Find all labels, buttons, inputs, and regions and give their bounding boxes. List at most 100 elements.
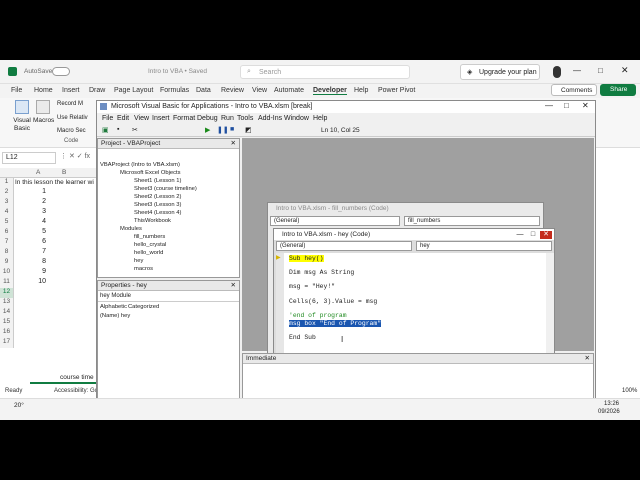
row-header[interactable]: 17 (0, 338, 14, 348)
record-macro[interactable]: Record M (57, 101, 83, 107)
menu-help[interactable]: Help (313, 115, 327, 122)
excel-view-icon[interactable]: ▣ (102, 126, 109, 134)
code-line-current[interactable]: Sub hey() (289, 255, 324, 262)
sheet-tab[interactable]: course time (30, 372, 96, 384)
minimize-icon[interactable]: — (573, 66, 581, 75)
save-icon[interactable]: ▪ (117, 126, 119, 133)
tab-view[interactable]: View (252, 87, 267, 94)
avatar[interactable] (553, 66, 561, 78)
tab-draw[interactable]: Draw (89, 87, 105, 94)
tab-file[interactable]: File (11, 87, 22, 94)
tab-data[interactable]: Data (196, 87, 211, 94)
menu-window[interactable]: Window (284, 115, 309, 122)
code-line[interactable]: End Sub (289, 334, 316, 341)
vertical-scrollbar[interactable] (546, 253, 554, 356)
menu-file[interactable]: File (102, 115, 113, 122)
minimize-icon[interactable]: — (514, 231, 526, 239)
tree-sheet[interactable]: Sheet2 (Lesson 2) (134, 194, 181, 200)
row-header[interactable]: 6 (0, 228, 14, 238)
properties-object-select[interactable]: hey Module (98, 292, 239, 302)
close-icon[interactable]: ✕ (540, 231, 552, 239)
search-box[interactable]: ⌕ Search (240, 65, 410, 79)
cut-icon[interactable]: ✂ (132, 126, 138, 134)
row-header[interactable]: 11 (0, 278, 14, 288)
tree-root[interactable]: VBAProject (Intro to VBA.xlsm) (100, 162, 180, 168)
tree-module[interactable]: hello_world (134, 250, 163, 256)
minimize-icon[interactable]: — (545, 101, 553, 110)
cell-value[interactable]: 7 (30, 248, 46, 255)
margin-indicator-bar[interactable]: ▶ (276, 253, 284, 356)
run-icon[interactable]: ▶ (205, 126, 210, 134)
maximize-icon[interactable]: □ (564, 101, 569, 110)
tab-developer[interactable]: Developer (313, 87, 347, 95)
tab-help[interactable]: Help (354, 87, 368, 94)
tab-insert[interactable]: Insert (62, 87, 80, 94)
menu-format[interactable]: Format (173, 115, 195, 122)
tree-workbook[interactable]: ThisWorkbook (134, 218, 171, 224)
close-icon[interactable]: ✕ (621, 65, 629, 76)
design-mode-icon[interactable]: ◩ (245, 126, 252, 134)
visual-basic-label[interactable]: Visual Basic (11, 117, 33, 133)
procedure-combo[interactable]: hey (416, 241, 552, 251)
tree-module[interactable]: fill_numbers (134, 234, 165, 240)
reset-icon[interactable]: ■ (230, 126, 234, 133)
cell-value[interactable]: 4 (30, 218, 46, 225)
tab-formulas[interactable]: Formulas (160, 87, 189, 94)
tab-categorized[interactable]: Categorized (128, 304, 159, 310)
visual-basic-icon[interactable] (15, 100, 29, 114)
cell-value[interactable]: 6 (30, 238, 46, 245)
code-window-hey[interactable]: Intro to VBA.xlsm - hey (Code) — □ ✕ (Ge… (273, 228, 555, 366)
column-b[interactable]: B (62, 169, 66, 176)
tab-page-layout[interactable]: Page Layout (114, 87, 153, 94)
autosave-toggle[interactable] (52, 67, 70, 76)
maximize-icon[interactable]: □ (527, 231, 539, 239)
tab-power-pivot[interactable]: Power Pivot (378, 87, 415, 94)
tab-automate[interactable]: Automate (274, 87, 304, 94)
row-header[interactable]: 10 (0, 268, 14, 278)
code-comment[interactable]: 'end of program (289, 312, 347, 319)
row-header[interactable]: 9 (0, 258, 14, 268)
close-icon[interactable]: ✕ (231, 139, 236, 147)
cell-value[interactable]: 9 (30, 268, 46, 275)
row-header[interactable]: 4 (0, 208, 14, 218)
tree-module[interactable]: hey (134, 258, 143, 264)
clock-time[interactable]: 13:26 (604, 401, 619, 407)
tab-alphabetic[interactable]: Alphabetic (100, 304, 127, 310)
cell-value[interactable]: 10 (30, 278, 46, 285)
menu-run[interactable]: Run (221, 115, 234, 122)
cell-value[interactable]: 8 (30, 258, 46, 265)
close-icon[interactable]: ✕ (231, 281, 236, 289)
tab-home[interactable]: Home (34, 87, 53, 94)
tab-review[interactable]: Review (221, 87, 244, 94)
code-editor[interactable]: Sub hey() Dim msg As String msg = "Hey!"… (284, 253, 546, 356)
procedure-combo[interactable]: fill_numbers (404, 216, 540, 226)
tree-excel-objects[interactable]: Microsoft Excel Objects (120, 170, 181, 176)
row-header[interactable]: 3 (0, 198, 14, 208)
tree-modules[interactable]: Modules (120, 226, 142, 232)
menu-edit[interactable]: Edit (117, 115, 129, 122)
row-header[interactable]: 5 (0, 218, 14, 228)
share-button[interactable]: Share (600, 84, 636, 96)
comments-button[interactable]: Comments (551, 84, 597, 96)
close-icon[interactable]: ✕ (585, 354, 590, 362)
row-header[interactable]: 14 (0, 308, 14, 318)
row-header[interactable]: 13 (0, 298, 14, 308)
menu-add-ins[interactable]: Add-Ins (258, 115, 282, 122)
tree-module[interactable]: hello_crystal (134, 242, 166, 248)
menu-insert[interactable]: Insert (152, 115, 170, 122)
property-name[interactable]: (Name) hey (100, 313, 130, 319)
column-a[interactable]: A (36, 169, 40, 176)
row-header[interactable]: 2 (0, 188, 14, 198)
cell-value[interactable]: 5 (30, 228, 46, 235)
code-line-selected[interactable]: msg box "End of Program" (289, 320, 382, 327)
menu-tools[interactable]: Tools (237, 115, 253, 122)
cell-value[interactable]: 2 (30, 198, 46, 205)
tree-sheet[interactable]: Sheet3 (Lesson 3) (134, 202, 181, 208)
zoom-level[interactable]: 100% (622, 388, 637, 394)
row-header[interactable]: 15 (0, 318, 14, 328)
code-line[interactable]: Dim msg As String (289, 269, 354, 276)
row-header[interactable]: 8 (0, 248, 14, 258)
clock-date[interactable]: 09/2026 (598, 409, 620, 415)
break-icon[interactable]: ❚❚ (217, 126, 229, 134)
name-box[interactable]: L12 (2, 152, 56, 164)
